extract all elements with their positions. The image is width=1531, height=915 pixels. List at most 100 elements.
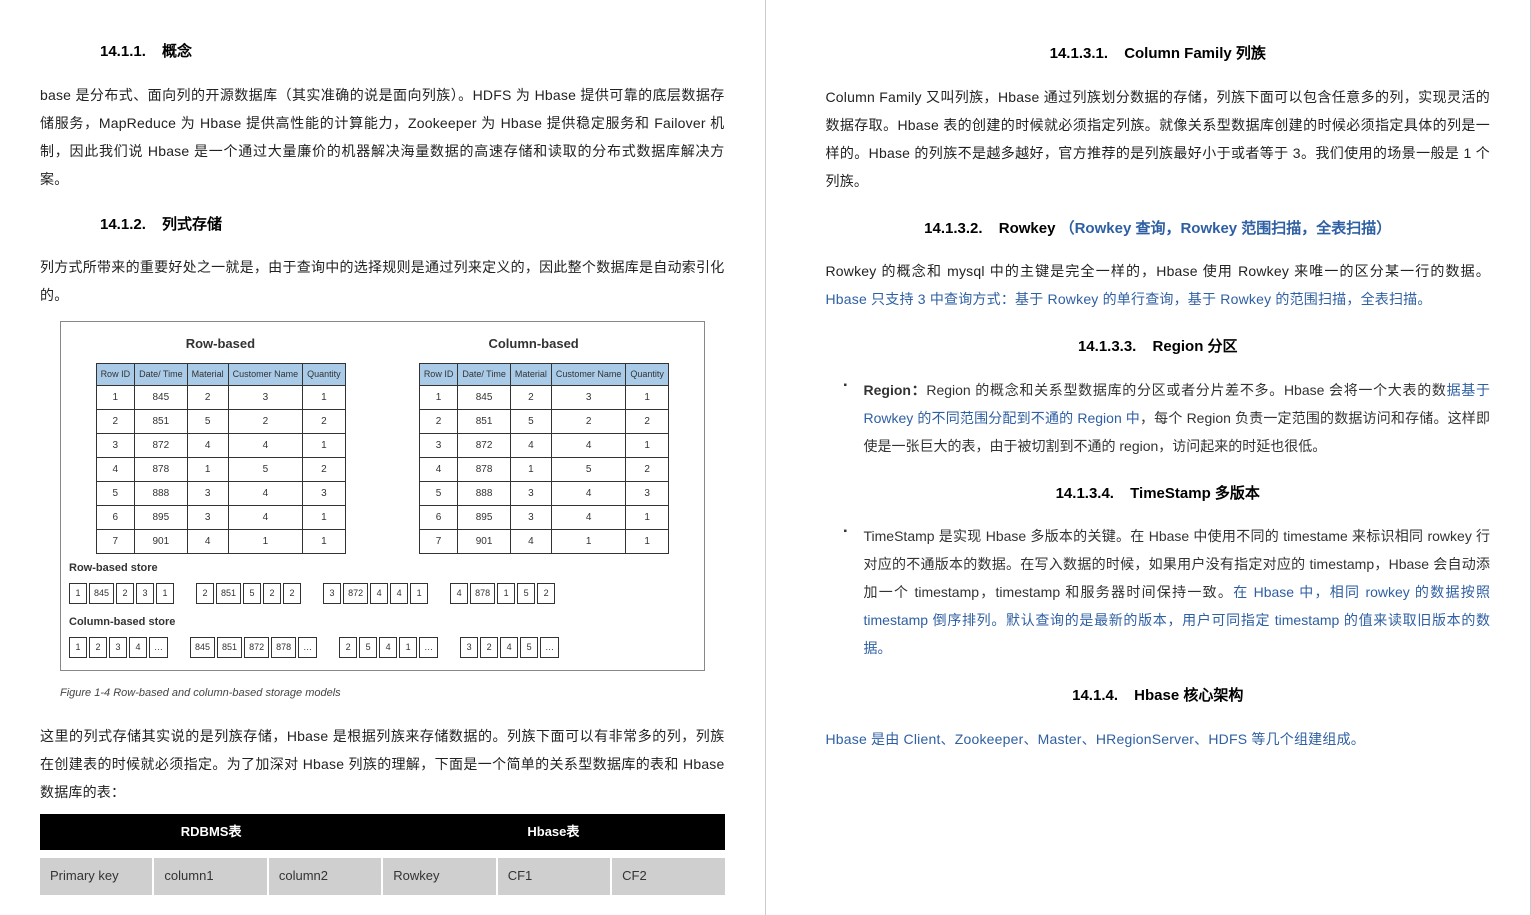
para-rowkey: Rowkey 的概念和 mysql 中的主键是完全一样的，Hbase 使用 Ro… <box>826 257 1491 313</box>
rdbms-cell: column2 <box>267 858 381 895</box>
table-cell: 1 <box>228 529 303 553</box>
sec-num: 14.1.3.4. <box>1056 480 1114 509</box>
fig-title-col: Column-based <box>488 332 578 357</box>
table-cell: 1 <box>303 385 346 409</box>
table-cell: 4 <box>510 529 551 553</box>
rdbms-cell: CF2 <box>610 858 724 895</box>
heading-14-1-3-3: 14.1.3.3. Region 分区 <box>826 333 1491 362</box>
store-cell: 2 <box>339 637 357 658</box>
table-cell: 1 <box>551 529 626 553</box>
table-cell: 1 <box>96 385 135 409</box>
rdbms-cell: Primary key <box>40 858 152 895</box>
table-cell: 5 <box>510 409 551 433</box>
table-header: Material <box>187 363 228 385</box>
sec-num: 14.1.3.2. <box>924 215 982 244</box>
table-cell: 1 <box>419 385 458 409</box>
table-header: Material <box>510 363 551 385</box>
store-cell <box>170 637 188 658</box>
para-colfamily: Column Family 又叫列族，Hbase 通过列族划分数据的存储，列族下… <box>826 83 1491 195</box>
table-header: Quantity <box>303 363 346 385</box>
store-cell: 1 <box>69 583 87 604</box>
sec-title-pre: Rowkey <box>999 220 1060 237</box>
store-cell: … <box>540 637 559 658</box>
col-store-label: Column-based store <box>69 612 696 633</box>
store-cell: 2 <box>89 637 107 658</box>
table-cell: 5 <box>187 409 228 433</box>
table-cell: 5 <box>419 481 458 505</box>
store-cell: 5 <box>243 583 261 604</box>
sec-num: 14.1.2. <box>100 211 146 240</box>
table-cell: 1 <box>303 505 346 529</box>
left-page: 14.1.1. 概念 base 是分布式、面向列的开源数据库（其实准确的说是面向… <box>0 0 766 915</box>
table-cell: 1 <box>626 385 669 409</box>
table-cell: 5 <box>228 457 303 481</box>
table-header: Customer Name <box>551 363 626 385</box>
table-cell: 895 <box>135 505 188 529</box>
table-cell: 1 <box>626 505 669 529</box>
table-cell: 901 <box>135 529 188 553</box>
store-cell: 2 <box>116 583 134 604</box>
table-cell: 3 <box>96 433 135 457</box>
rdbms-hbase-table: RDBMS表 Hbase表 Primary keycolumn1column2R… <box>40 814 725 895</box>
table-header: Quantity <box>626 363 669 385</box>
store-cell: 1 <box>69 637 87 658</box>
table-cell: 872 <box>458 433 511 457</box>
sec-title: Region 分区 <box>1153 338 1238 355</box>
store-cell: … <box>419 637 438 658</box>
store-cell: 851 <box>217 637 242 658</box>
table-cell: 878 <box>458 457 511 481</box>
table-cell: 3 <box>228 385 303 409</box>
table-cell: 3 <box>626 481 669 505</box>
store-cell: 4 <box>450 583 468 604</box>
store-cell: 1 <box>156 583 174 604</box>
store-cell: 4 <box>379 637 397 658</box>
store-cell: 2 <box>480 637 498 658</box>
table-cell: 851 <box>458 409 511 433</box>
store-cell: 851 <box>216 583 241 604</box>
heading-14-1-1: 14.1.1. 概念 <box>100 38 725 67</box>
fig-title-row: Row-based <box>186 332 255 357</box>
heading-14-1-3-4: 14.1.3.4. TimeStamp 多版本 <box>826 480 1491 509</box>
para-column-store: 列方式所带来的重要好处之一就是，由于查询中的选择规则是通过列来定义的，因此整个数… <box>40 253 725 309</box>
table-cell: 5 <box>96 481 135 505</box>
table-cell: 3 <box>551 385 626 409</box>
store-cell <box>440 637 458 658</box>
table-cell: 3 <box>419 433 458 457</box>
table-cell: 1 <box>626 529 669 553</box>
table-cell: 2 <box>510 385 551 409</box>
table-cell: 3 <box>187 481 228 505</box>
table-cell: 2 <box>303 457 346 481</box>
table-cell: 851 <box>135 409 188 433</box>
table-cell: 1 <box>510 457 551 481</box>
para-arch: Hbase 是由 Client、Zookeeper、Master、HRegion… <box>826 725 1491 753</box>
table-cell: 7 <box>96 529 135 553</box>
table-cell: 1 <box>303 433 346 457</box>
heading-14-1-3-2: 14.1.3.2. Rowkey （Rowkey 查询，Rowkey 范围扫描，… <box>826 215 1491 244</box>
table-cell: 2 <box>303 409 346 433</box>
table-cell: 4 <box>228 481 303 505</box>
store-cell: 878 <box>470 583 495 604</box>
store-cell: 878 <box>271 637 296 658</box>
table-cell: 5 <box>551 457 626 481</box>
table-cell: 895 <box>458 505 511 529</box>
table-cell: 3 <box>303 481 346 505</box>
heading-14-1-2: 14.1.2. 列式存储 <box>100 211 725 240</box>
table-cell: 1 <box>626 433 669 457</box>
store-cell: 3 <box>109 637 127 658</box>
table-cell: 2 <box>228 409 303 433</box>
table-cell: 878 <box>135 457 188 481</box>
sec-title: 概念 <box>162 43 192 60</box>
table-cell: 4 <box>187 529 228 553</box>
store-cell: 1 <box>399 637 417 658</box>
para-concept: base 是分布式、面向列的开源数据库（其实准确的说是面向列族）。HDFS 为 … <box>40 81 725 193</box>
region-list: Region：Region 的概念和关系型数据库的分区或者分片差不多。Hbase… <box>826 376 1491 460</box>
store-cell: 4 <box>129 637 147 658</box>
store-cell: 872 <box>343 583 368 604</box>
row-based-table: Row IDDate/ TimeMaterialCustomer NameQua… <box>96 363 346 554</box>
store-cell: 5 <box>520 637 538 658</box>
heading-14-1-4: 14.1.4. Hbase 核心架构 <box>826 682 1491 711</box>
sec-title-blue: （Rowkey 查询，Rowkey 范围扫描，全表扫描） <box>1060 220 1392 237</box>
store-cell <box>303 583 321 604</box>
store-cell: 2 <box>196 583 214 604</box>
store-cell: 845 <box>190 637 215 658</box>
